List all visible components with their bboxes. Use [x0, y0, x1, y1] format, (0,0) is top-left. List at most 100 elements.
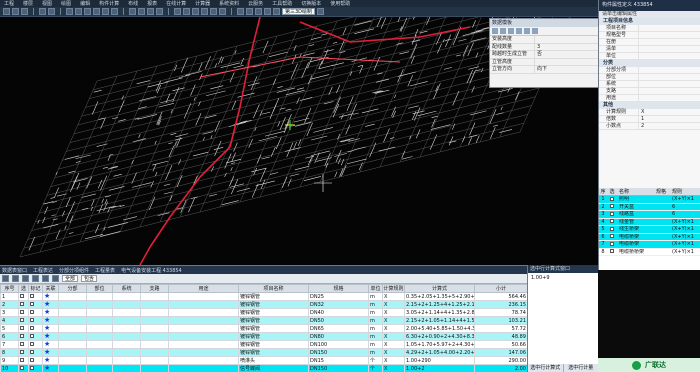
paste-icon[interactable] [532, 28, 538, 34]
pan-icon[interactable] [147, 8, 154, 15]
table-header-cell[interactable]: 规格 [308, 284, 369, 293]
checkbox[interactable] [20, 366, 24, 370]
property-row[interactable]: 支路 [599, 88, 700, 95]
scope-select[interactable]: 全部 [62, 275, 79, 282]
menu-item[interactable]: 工程 [4, 0, 14, 7]
checkbox[interactable] [20, 302, 24, 306]
checkbox[interactable] [20, 342, 24, 346]
row-empty-cell[interactable] [86, 308, 113, 317]
row-mark-cell[interactable] [28, 324, 43, 333]
row-expression[interactable]: 1.00+2 [404, 364, 475, 372]
popup-row-value[interactable] [535, 59, 598, 66]
row-link-cell[interactable]: ★ [42, 300, 59, 309]
row-rule[interactable]: X [382, 332, 405, 341]
menu-item[interactable]: 视图 [42, 0, 52, 7]
property-group-header[interactable]: 工程项目信息 [599, 18, 700, 25]
menu-item[interactable]: 计算器 [195, 0, 210, 7]
row-empty-cell[interactable] [140, 324, 169, 333]
component-row[interactable]: 2 开关盒 6 [599, 203, 700, 211]
row-spec[interactable]: DN100 [308, 340, 369, 349]
row-unit[interactable]: m [368, 332, 383, 341]
row-empty-cell[interactable] [112, 308, 141, 317]
column-header[interactable]: 序 [599, 188, 607, 195]
component-row[interactable]: 7 电缆桥架 (X+Y)×1 [599, 241, 700, 249]
row-unit[interactable]: m [368, 308, 383, 317]
row-empty-cell[interactable] [112, 364, 141, 372]
row-select-cell[interactable] [18, 332, 29, 341]
checkbox[interactable] [30, 334, 34, 338]
table-header-cell[interactable]: 用途 [168, 284, 239, 293]
row-link-cell[interactable]: ★ [42, 292, 59, 301]
row-name[interactable]: 镀锌钢管 [238, 308, 309, 317]
table-row[interactable]: 8 ★ 镀锌钢管 DN150 m X 4.29+2+1.05+4.00+2.20+5+ 147… [0, 348, 527, 357]
row-empty-cell[interactable] [140, 316, 169, 325]
popup-row[interactable]: 配线数量 3 [490, 43, 598, 51]
menu-item[interactable]: 切换版本 [301, 0, 321, 7]
row-expression[interactable]: 2.00+5.40+5.85+1.50+4.30+ [404, 324, 475, 333]
table-row[interactable]: 7 ★ 镀锌钢管 DN100 m X 1.05+1.70+5.97+2+4.30+ 50.66 [0, 340, 527, 349]
checkbox[interactable] [20, 350, 24, 354]
row-empty-cell[interactable] [86, 324, 113, 333]
component-checkbox-cell[interactable] [607, 226, 617, 233]
row-rule[interactable]: X [382, 324, 405, 333]
bottom-tab[interactable]: 电气设备安装工程 433854 [121, 267, 182, 274]
row-empty-cell[interactable] [168, 308, 239, 317]
row-spec[interactable]: DN65 [308, 324, 369, 333]
property-value[interactable] [639, 32, 700, 38]
row-select-cell[interactable] [18, 356, 29, 365]
checkbox[interactable] [610, 219, 614, 223]
row-name[interactable]: 镀锌钢管 [238, 324, 309, 333]
row-mark-cell[interactable] [28, 364, 43, 372]
row-unit[interactable]: 个 [368, 356, 383, 365]
row-unit[interactable]: m [368, 300, 383, 309]
checkbox[interactable] [610, 234, 614, 238]
new-icon[interactable] [3, 8, 10, 15]
component-row[interactable]: 8 电缆桥桥架 (X+Y)×1 [599, 249, 700, 256]
checkbox[interactable] [20, 326, 24, 330]
checkbox[interactable] [20, 310, 24, 314]
ortho-icon[interactable] [219, 8, 226, 15]
row-empty-cell[interactable] [112, 324, 141, 333]
print-icon[interactable] [42, 275, 49, 282]
row-empty-cell[interactable] [168, 292, 239, 301]
row-spec[interactable]: DN32 [308, 300, 369, 309]
row-empty-cell[interactable] [112, 332, 141, 341]
row-link-cell[interactable]: ★ [42, 348, 59, 357]
property-row[interactable]: 规格型号 [599, 32, 700, 39]
column-header[interactable]: 选 [607, 188, 617, 195]
row-empty-cell[interactable] [140, 308, 169, 317]
row-empty-cell[interactable] [168, 324, 239, 333]
row-select-cell[interactable] [18, 316, 29, 325]
property-row[interactable]: 清单 [599, 46, 700, 53]
row-mark-cell[interactable] [28, 308, 43, 317]
row-expression[interactable]: 1.00+290 [404, 356, 475, 365]
undo-icon[interactable] [39, 8, 46, 15]
checkbox[interactable] [30, 318, 34, 322]
row-empty-cell[interactable] [58, 348, 87, 357]
menu-item[interactable]: 楼层 [23, 0, 33, 7]
row-total[interactable]: 78.74 [474, 308, 527, 317]
bottom-tab[interactable]: 分部分项组件 [59, 267, 89, 274]
row-total[interactable]: 236.15 [474, 300, 527, 309]
row-select-cell[interactable] [18, 300, 29, 309]
checkbox[interactable] [30, 350, 34, 354]
measure-icon[interactable] [183, 8, 190, 15]
table-header-cell[interactable]: 序号 [0, 284, 19, 293]
row-spec[interactable]: DN80 [308, 332, 369, 341]
table-row[interactable]: 2 ★ 镀锌钢管 DN32 m X 2.15+2+1.25+4+1.25+2.16+ 236.… [0, 300, 527, 309]
row-select-cell[interactable] [18, 340, 29, 349]
row-mark-cell[interactable] [28, 356, 43, 365]
popup-row-value[interactable]: 否 [535, 51, 598, 58]
checkbox[interactable] [30, 366, 34, 370]
row-empty-cell[interactable] [168, 332, 239, 341]
delete-row-icon[interactable] [22, 275, 29, 282]
snap-icon[interactable] [210, 8, 217, 15]
row-empty-cell[interactable] [86, 340, 113, 349]
render-3d-icon[interactable] [237, 8, 244, 15]
column-header[interactable]: 规格 [652, 188, 670, 195]
popup-row[interactable]: 立管方向 向下 [490, 66, 598, 74]
row-link-cell[interactable]: ★ [42, 324, 59, 333]
row-mark-cell[interactable] [28, 340, 43, 349]
row-unit[interactable]: m [368, 340, 383, 349]
row-spec[interactable]: DN40 [308, 308, 369, 317]
